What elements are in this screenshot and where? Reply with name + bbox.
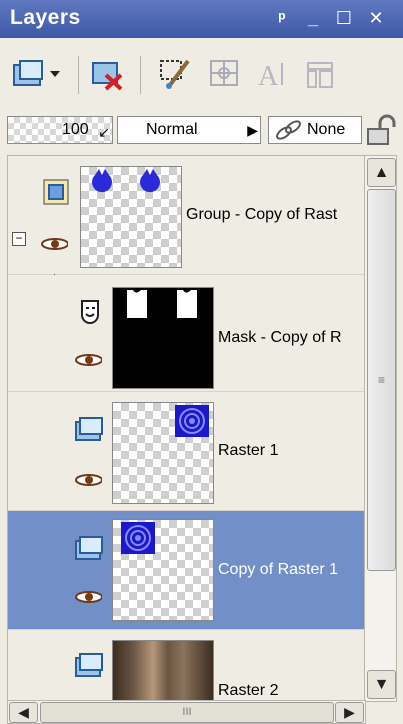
chevron-left-icon: ◀ <box>18 704 29 720</box>
scroll-up-button[interactable]: ▲ <box>367 158 396 187</box>
edit-selection-icon <box>160 59 190 89</box>
edit-selection-button[interactable] <box>158 57 192 91</box>
layer-thumbnail <box>112 287 214 389</box>
lock-icon <box>367 114 396 145</box>
convert-text-button[interactable]: A <box>256 57 290 91</box>
close-button[interactable]: ✕ <box>364 5 388 31</box>
layer-row-group[interactable]: − Group - Copy of Rast <box>8 156 365 275</box>
layer-name: Raster 1 <box>218 442 279 459</box>
delete-layer-icon <box>92 62 123 91</box>
horizontal-scroll-thumb[interactable]: III <box>40 702 334 723</box>
properties-icon <box>210 60 238 86</box>
layer-name: Group - Copy of Rast <box>186 206 338 223</box>
layer-row-mask[interactable]: Mask - Copy of R <box>8 275 365 392</box>
link-set-value: None <box>307 121 346 138</box>
scroll-thumb[interactable]: ≡ <box>367 189 396 571</box>
merge-icon <box>307 62 333 88</box>
layers-toolbar: A <box>0 38 403 110</box>
eye-icon[interactable] <box>40 236 68 250</box>
scroll-left-button[interactable]: ◀ <box>9 702 38 723</box>
link-set-select[interactable]: None <box>268 116 362 144</box>
merge-button[interactable] <box>304 57 338 91</box>
raster-layer-icon <box>75 536 103 560</box>
raster-layer-icon <box>75 417 103 441</box>
chevron-right-icon: ▶ <box>344 704 355 720</box>
layer-thumbnail <box>112 519 214 621</box>
pin-button[interactable]: ᵖ <box>270 5 294 31</box>
panel-title: Layers <box>10 6 81 29</box>
mask-icon <box>81 300 99 324</box>
svg-text:A: A <box>258 61 279 91</box>
opacity-spin-icon[interactable]: ↙ <box>98 119 110 145</box>
layer-thumbnail <box>112 402 214 504</box>
layer-list: − Group - Copy of Rast Mask - Copy of R … <box>7 155 366 701</box>
vertical-scrollbar[interactable]: ▲ ≡ ▼ <box>364 155 397 702</box>
layer-row-raster-1[interactable]: Raster 1 <box>8 392 365 511</box>
opacity-value: 100 <box>62 121 89 138</box>
layer-row-copy-of-raster-1[interactable]: Copy of Raster 1 <box>8 511 365 630</box>
grip-icon: III <box>182 706 192 718</box>
panel-titlebar[interactable]: Layers ᵖ _ ☐ ✕ <box>0 0 403 38</box>
grip-icon: ≡ <box>377 373 385 387</box>
maximize-button[interactable]: ☐ <box>332 5 356 31</box>
layer-name: Copy of Raster 1 <box>218 561 339 578</box>
group-icon <box>43 179 69 205</box>
eye-icon[interactable] <box>74 352 102 366</box>
scroll-down-button[interactable]: ▼ <box>367 670 396 699</box>
minimize-button[interactable]: _ <box>301 5 325 31</box>
layer-row-raster-2[interactable]: Raster 2 <box>8 630 365 700</box>
chevron-down-icon: ▼ <box>373 676 390 693</box>
blend-mode-select[interactable]: Normal ▶ <box>117 116 261 144</box>
horizontal-scrollbar[interactable]: ◀ III ▶ <box>7 700 366 724</box>
link-chain-icon <box>276 120 301 140</box>
eye-icon[interactable] <box>74 589 102 603</box>
scroll-right-button[interactable]: ▶ <box>335 702 364 723</box>
collapse-toggle[interactable]: − <box>12 232 26 246</box>
convert-text-icon: A <box>258 61 283 91</box>
layer-name: Raster 2 <box>218 682 279 699</box>
layer-thumbnail <box>80 166 182 268</box>
layer-name: Mask - Copy of R <box>218 329 342 346</box>
delete-layer-button[interactable] <box>90 57 124 91</box>
lock-button[interactable] <box>366 114 396 146</box>
chevron-up-icon: ▲ <box>373 164 390 181</box>
new-layer-button[interactable] <box>10 57 62 91</box>
new-layer-icon <box>13 60 60 86</box>
layer-options: 100 ↙ Normal ▶ None <box>0 110 403 150</box>
eye-icon[interactable] <box>74 472 102 486</box>
layer-thumbnail <box>112 640 214 700</box>
raster-layer-icon <box>75 653 103 677</box>
properties-button[interactable] <box>208 57 242 91</box>
chevron-right-icon: ▶ <box>247 122 258 138</box>
opacity-field[interactable]: 100 ↙ <box>7 116 113 144</box>
blend-mode-value: Normal <box>146 121 198 138</box>
